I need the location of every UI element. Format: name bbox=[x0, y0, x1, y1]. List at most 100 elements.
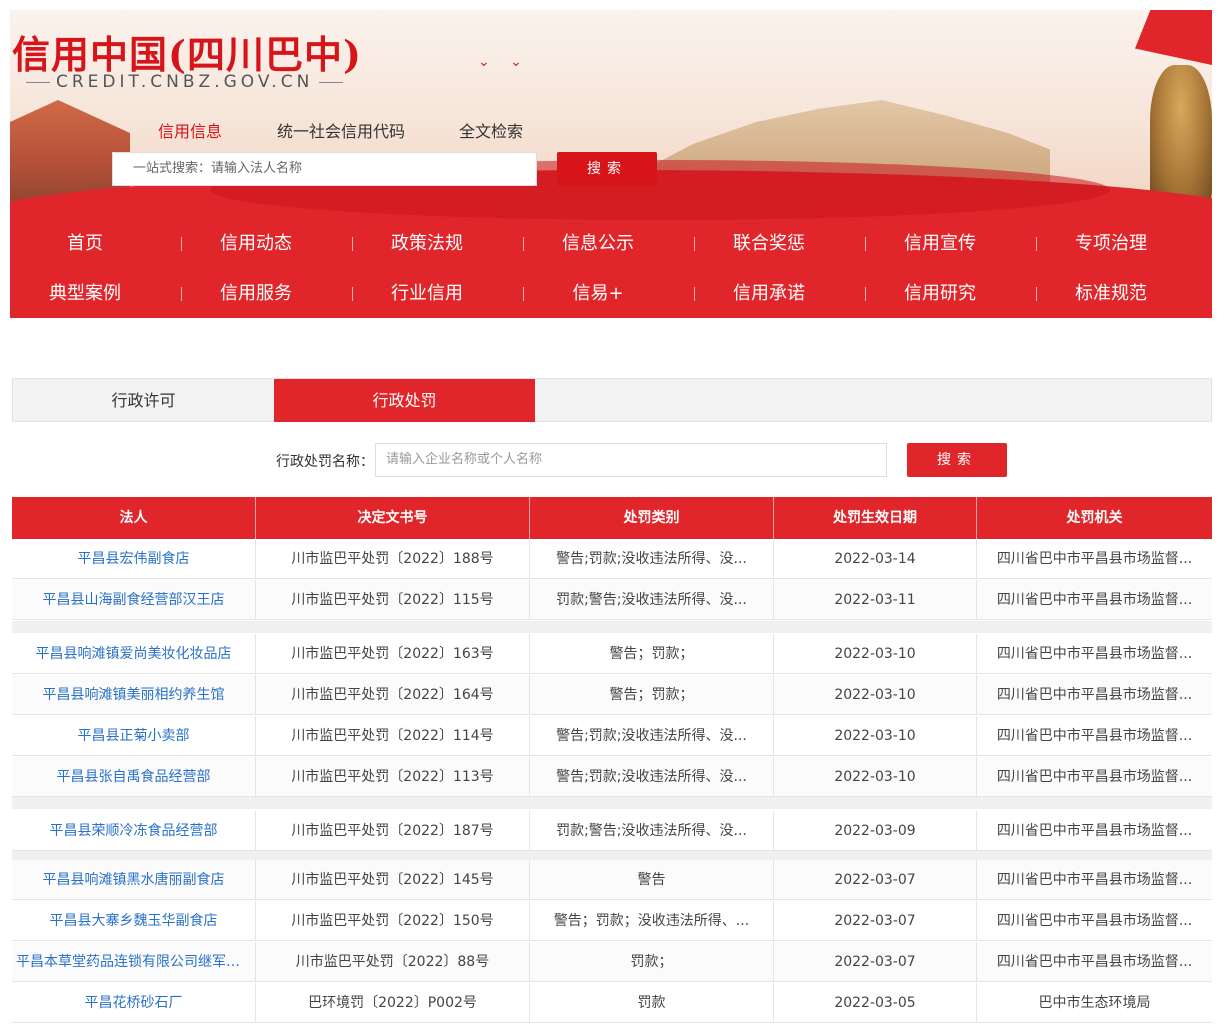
nav-item-industry-credit[interactable]: 行业信用 bbox=[352, 270, 502, 318]
nav-item-xinyi-plus[interactable]: 信易+ bbox=[523, 270, 673, 318]
cell-legal-person[interactable]: 平昌县宏伟副食店 bbox=[12, 539, 256, 579]
cell-authority: 四川省巴中市平昌县市场监督... bbox=[996, 954, 1193, 970]
tab-administrative-penalty[interactable]: 行政处罚 bbox=[274, 379, 535, 422]
cell-effective-date: 2022-03-10 bbox=[774, 757, 977, 797]
cell-legal-person[interactable]: 平昌县山海副食经营部汉王店 bbox=[12, 580, 256, 620]
cell-document-number: 川市监巴平处罚〔2022〕115号 bbox=[256, 580, 530, 620]
stone-lion-illustration bbox=[1150, 65, 1212, 205]
nav-item-special-governance[interactable]: 专项治理 bbox=[1036, 220, 1186, 268]
main-nav: 首页 信用动态 政策法规 信息公示 联合奖惩 信用宣传 专项治理 典型案例 信用… bbox=[10, 220, 1212, 318]
cell-legal-person[interactable]: 平昌县大寨乡魏玉华副食店 bbox=[12, 901, 256, 941]
table-row[interactable]: 平昌县宏伟副食店 川市监巴平处罚〔2022〕188号 警告;罚款;没收违法所得、没.… bbox=[12, 539, 1212, 579]
penalty-search-button[interactable]: 搜索 bbox=[907, 443, 1007, 477]
cell-document-number: 川市监巴平处罚〔2022〕164号 bbox=[256, 675, 530, 715]
table-row[interactable]: 平昌县山海副食经营部汉王店 川市监巴平处罚〔2022〕115号 罚款;警告;没收违法… bbox=[12, 580, 1212, 620]
cell-effective-date: 2022-03-07 bbox=[774, 901, 977, 941]
nav-item-typical-cases[interactable]: 典型案例 bbox=[10, 270, 160, 318]
site-logo-title[interactable]: 信用中国(四川巴中) bbox=[12, 24, 362, 79]
cell-authority: 四川省巴中市平昌县市场监督... bbox=[996, 872, 1193, 888]
cell-penalty-type: 警告 bbox=[530, 860, 774, 900]
nav-item-credit-research[interactable]: 信用研究 bbox=[865, 270, 1015, 318]
cell-document-number: 川市监巴平处罚〔2022〕88号 bbox=[256, 942, 530, 982]
cell-effective-date: 2022-03-10 bbox=[774, 675, 977, 715]
nav-item-home[interactable]: 首页 bbox=[10, 220, 160, 268]
nav-item-standards[interactable]: 标准规范 bbox=[1036, 270, 1186, 318]
cell-penalty-type: 警告;罚款;没收违法所得、没... bbox=[530, 757, 774, 797]
cell-document-number: 川市监巴平处罚〔2022〕113号 bbox=[256, 757, 530, 797]
cell-effective-date: 2022-03-10 bbox=[774, 716, 977, 756]
table-row[interactable]: 平昌县正菊小卖部 川市监巴平处罚〔2022〕114号 警告;罚款;没收违法所得、没.… bbox=[12, 716, 1212, 756]
cell-penalty-type: 警告;罚款;没收违法所得、没... bbox=[530, 539, 774, 579]
cell-authority: 四川省巴中市平昌县市场监督... bbox=[996, 823, 1193, 839]
cell-legal-person[interactable]: 平昌本草堂药品连锁有限公司继军分店 bbox=[12, 942, 256, 982]
cell-effective-date: 2022-03-10 bbox=[774, 634, 977, 674]
table-row[interactable]: 平昌本草堂药品连锁有限公司继军分店 川市监巴平处罚〔2022〕88号 罚款； 2022… bbox=[12, 942, 1212, 982]
penalty-name-input[interactable]: 请输入企业名称或个人名称 bbox=[375, 443, 887, 477]
cell-legal-person[interactable]: 平昌县正菊小卖部 bbox=[12, 716, 256, 756]
column-header-authority: 处罚机关 bbox=[1066, 510, 1123, 526]
cell-authority: 四川省巴中市平昌县市场监督... bbox=[996, 687, 1193, 703]
cell-legal-person[interactable]: 平昌县张自禹食品经营部 bbox=[12, 757, 256, 797]
cell-penalty-type: 警告；罚款； bbox=[530, 675, 774, 715]
cell-penalty-type: 罚款； bbox=[530, 942, 774, 982]
nav-item-policy[interactable]: 政策法规 bbox=[352, 220, 502, 268]
cell-legal-person[interactable]: 平昌花桥砂石厂 bbox=[12, 983, 256, 1023]
column-header-document-number: 决定文书号 bbox=[256, 497, 530, 539]
cell-authority: 四川省巴中市平昌县市场监督... bbox=[996, 551, 1193, 567]
cell-document-number: 川市监巴平处罚〔2022〕145号 bbox=[256, 860, 530, 900]
nav-item-credit-services[interactable]: 信用服务 bbox=[181, 270, 331, 318]
global-search-button[interactable]: 搜索 bbox=[557, 152, 657, 186]
nav-item-disclosure[interactable]: 信息公示 bbox=[523, 220, 673, 268]
global-search-input[interactable]: 一站式搜索：请输入法人名称 bbox=[112, 152, 537, 186]
cell-document-number: 川市监巴平处罚〔2022〕114号 bbox=[256, 716, 530, 756]
cell-document-number: 川市监巴平处罚〔2022〕188号 bbox=[256, 539, 530, 579]
table-group-gap bbox=[12, 621, 1212, 633]
header-banner: ⌄ ⌄ 信用中国(四川巴中) CREDIT.CNBZ.GOV.CN 信用信息 统… bbox=[10, 10, 1212, 220]
main-nav-row-1: 首页 信用动态 政策法规 信息公示 联合奖惩 信用宣传 专项治理 bbox=[10, 220, 1212, 268]
cell-penalty-type: 罚款;警告;没收违法所得、没... bbox=[530, 811, 774, 851]
cell-authority: 四川省巴中市平昌县市场监督... bbox=[996, 769, 1193, 785]
table-group-gap bbox=[12, 797, 1212, 809]
cell-effective-date: 2022-03-09 bbox=[774, 811, 977, 851]
cell-authority: 四川省巴中市平昌县市场监督... bbox=[996, 592, 1193, 608]
cell-penalty-type: 罚款;警告;没收违法所得、没... bbox=[530, 580, 774, 620]
cell-effective-date: 2022-03-05 bbox=[774, 983, 977, 1023]
cell-legal-person[interactable]: 平昌县响滩镇美丽相约养生馆 bbox=[12, 675, 256, 715]
main-nav-row-2: 典型案例 信用服务 行业信用 信易+ 信用承诺 信用研究 标准规范 bbox=[10, 270, 1212, 318]
table-row[interactable]: 平昌县响滩镇美丽相约养生馆 川市监巴平处罚〔2022〕164号 警告；罚款； 2022… bbox=[12, 675, 1212, 715]
search-tab-fulltext[interactable]: 全文检索 bbox=[459, 118, 523, 142]
cell-effective-date: 2022-03-07 bbox=[774, 860, 977, 900]
cell-effective-date: 2022-03-07 bbox=[774, 942, 977, 982]
column-header-effective-date: 处罚生效日期 bbox=[774, 497, 977, 539]
penalty-name-label: 行政处罚名称： bbox=[276, 454, 374, 470]
table-row[interactable]: 平昌花桥砂石厂 巴环境罚〔2022〕P002号 罚款 2022-03-05 巴中市生态环… bbox=[12, 983, 1212, 1023]
table-row[interactable]: 平昌县张自禹食品经营部 川市监巴平处罚〔2022〕113号 警告;罚款;没收违法所得… bbox=[12, 757, 1212, 797]
cell-legal-person[interactable]: 平昌县响滩镇爱尚美妆化妆品店 bbox=[12, 634, 256, 674]
table-row[interactable]: 平昌县响滩镇黑水唐丽副食店 川市监巴平处罚〔2022〕145号 警告 2022-03-… bbox=[12, 860, 1212, 900]
search-tab-social-credit-code[interactable]: 统一社会信用代码 bbox=[277, 118, 405, 142]
cell-authority: 四川省巴中市平昌县市场监督... bbox=[996, 728, 1193, 744]
nav-item-rewards-penalties[interactable]: 联合奖惩 bbox=[694, 220, 844, 268]
site-logo-subtitle: CREDIT.CNBZ.GOV.CN bbox=[20, 72, 349, 92]
table-row[interactable]: 平昌县响滩镇爱尚美妆化妆品店 川市监巴平处罚〔2022〕163号 警告；罚款； 202… bbox=[12, 634, 1212, 674]
cell-effective-date: 2022-03-11 bbox=[774, 580, 977, 620]
cell-legal-person[interactable]: 平昌县响滩镇黑水唐丽副食店 bbox=[12, 860, 256, 900]
record-type-tabs: 行政许可 行政处罚 bbox=[12, 378, 1212, 422]
column-header-legal-person: 法人 bbox=[12, 497, 256, 539]
search-tab-credit-info[interactable]: 信用信息 bbox=[158, 118, 222, 142]
flag-illustration bbox=[1135, 10, 1212, 65]
column-header-penalty-type: 处罚类别 bbox=[530, 497, 774, 539]
table-row[interactable]: 平昌县荣顺冷冻食品经营部 川市监巴平处罚〔2022〕187号 罚款;警告;没收违法所… bbox=[12, 811, 1212, 851]
cell-effective-date: 2022-03-14 bbox=[774, 539, 977, 579]
nav-item-credit-news[interactable]: 信用动态 bbox=[181, 220, 331, 268]
cell-authority: 四川省巴中市平昌县市场监督... bbox=[996, 646, 1193, 662]
cell-penalty-type: 警告;罚款;没收违法所得、没... bbox=[530, 716, 774, 756]
penalty-table-header: 法人 决定文书号 处罚类别 处罚生效日期 处罚机关 bbox=[12, 497, 1212, 539]
table-row[interactable]: 平昌县大寨乡魏玉华副食店 川市监巴平处罚〔2022〕150号 警告；罚款；没收违法所… bbox=[12, 901, 1212, 941]
cell-document-number: 川市监巴平处罚〔2022〕163号 bbox=[256, 634, 530, 674]
cell-penalty-type: 警告；罚款；没收违法所得、... bbox=[530, 901, 774, 941]
nav-item-credit-commitment[interactable]: 信用承诺 bbox=[694, 270, 844, 318]
nav-item-publicity[interactable]: 信用宣传 bbox=[865, 220, 1015, 268]
tab-administrative-license[interactable]: 行政许可 bbox=[13, 379, 274, 422]
cell-legal-person[interactable]: 平昌县荣顺冷冻食品经营部 bbox=[12, 811, 256, 851]
